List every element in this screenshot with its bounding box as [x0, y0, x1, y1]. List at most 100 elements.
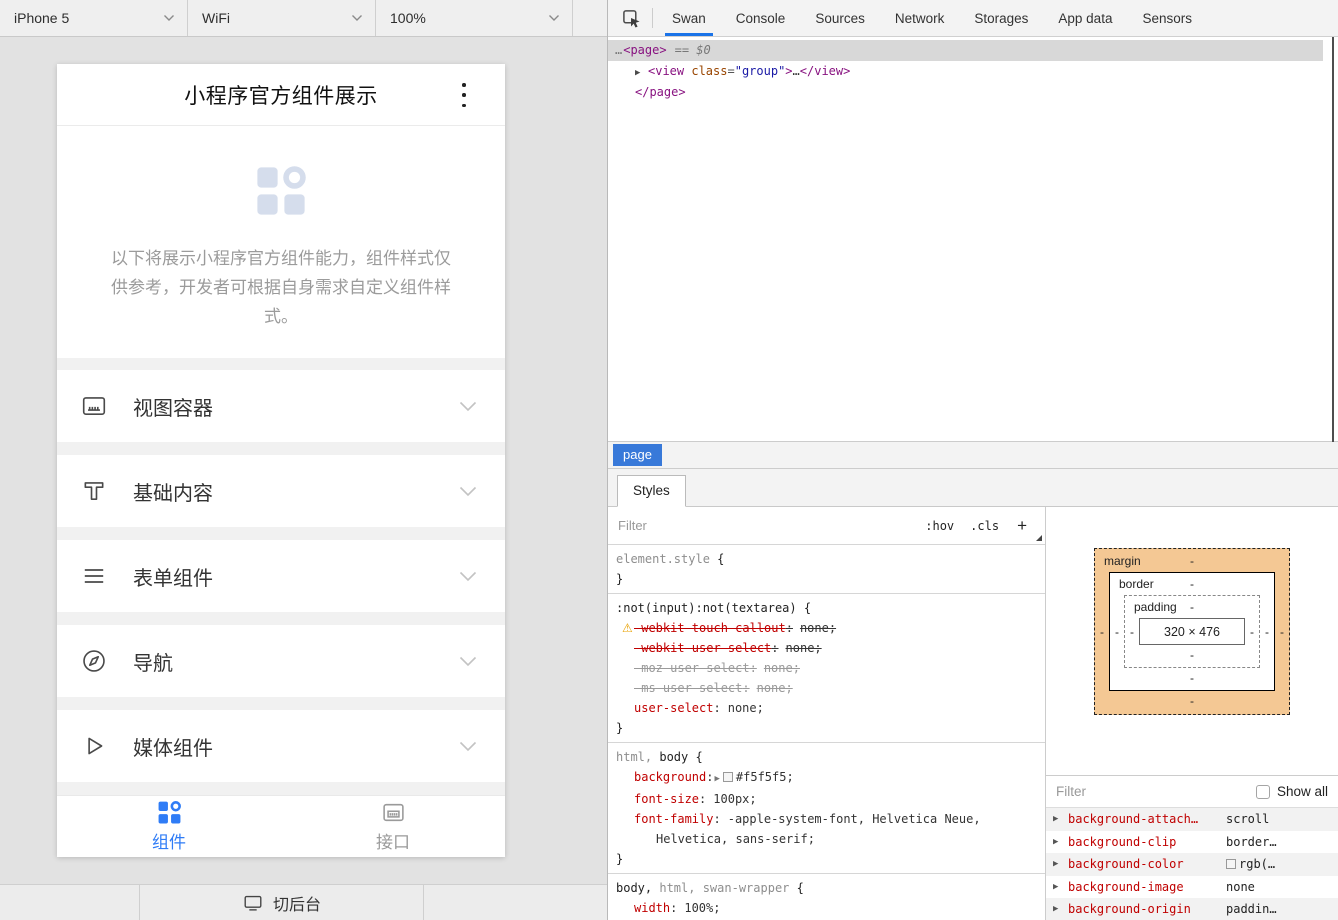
- zoom-select-value: 100%: [390, 10, 548, 26]
- bottom-bar-left-cell: [0, 885, 140, 920]
- css-property[interactable]: font-size:100px;: [616, 789, 994, 809]
- section-item-view-container[interactable]: 视图容器: [57, 370, 505, 442]
- app-title: 小程序官方组件展示: [184, 80, 378, 110]
- simulator-stage: 小程序官方组件展示 以下将展示小程序官方组件能力，组件样式仅供参考，开发者可根据…: [0, 37, 607, 884]
- section-item-basic-content[interactable]: 基础内容: [57, 455, 505, 527]
- element-row-page-open[interactable]: …<page>== $0: [608, 40, 1323, 61]
- new-style-rule-button[interactable]: +: [1017, 516, 1027, 536]
- box-model-padding[interactable]: padding- - 320 × 476 - -: [1124, 595, 1260, 668]
- devtools-pane: Swan Console Sources Network Storages Ap…: [607, 0, 1338, 920]
- zoom-select[interactable]: 100%: [376, 0, 573, 36]
- css-property[interactable]: width:100%;: [616, 898, 994, 918]
- inner-content-token: …: [793, 64, 800, 78]
- tag-token: </page>: [635, 85, 686, 99]
- css-property[interactable]: -ms-user-select:none;: [616, 678, 994, 698]
- padding-left-value: -: [1125, 618, 1139, 645]
- devtools-tab-sources[interactable]: Sources: [800, 0, 880, 36]
- tag-token: </view>: [800, 64, 851, 78]
- breadcrumb-item-page[interactable]: page: [613, 444, 662, 466]
- computed-filter-bar: Filter Show all: [1046, 775, 1338, 808]
- css-property[interactable]: font-family:-apple-system-font, Helvetic…: [616, 809, 994, 849]
- box-model-margin[interactable]: margin- - border- - padding-: [1094, 548, 1290, 715]
- inspect-element-button[interactable]: [614, 5, 648, 31]
- expand-arrow-icon[interactable]: ▶: [1053, 882, 1068, 892]
- section-label: 导航: [133, 647, 459, 676]
- computed-property-row[interactable]: ▶ background-clip border…: [1046, 831, 1338, 854]
- devtools-tab-network[interactable]: Network: [880, 0, 960, 36]
- color-swatch[interactable]: [723, 772, 733, 782]
- tab-label: Sources: [815, 11, 865, 26]
- margin-left-value: -: [1095, 572, 1109, 691]
- device-select[interactable]: iPhone 5: [0, 0, 188, 36]
- toolbar-separator: [652, 8, 653, 28]
- padding-label: padding: [1134, 597, 1177, 618]
- section-item-navigation[interactable]: 导航: [57, 625, 505, 697]
- play-icon: [81, 733, 107, 759]
- css-property[interactable]: ⚠-webkit-touch-callout:none;: [616, 618, 994, 638]
- network-select[interactable]: WiFi: [188, 0, 376, 36]
- expand-arrow-icon[interactable]: ▶: [635, 63, 648, 84]
- element-row-view[interactable]: ▶<view class="group">…</view>: [608, 61, 1338, 82]
- tab-components[interactable]: 组件: [57, 796, 281, 857]
- expand-arrow-icon[interactable]: ▶: [1053, 814, 1068, 824]
- tab-styles[interactable]: Styles: [617, 475, 686, 507]
- computed-property-row[interactable]: ▶ background-attach… scroll: [1046, 808, 1338, 831]
- devtools-tab-sensors[interactable]: Sensors: [1127, 0, 1207, 36]
- expand-arrow-icon[interactable]: ▶: [1053, 904, 1068, 914]
- computed-property-value: rgb(…: [1226, 857, 1275, 871]
- computed-properties-list: ▶ background-attach… scroll ▶ background…: [1046, 808, 1338, 920]
- element-row-page-close[interactable]: </page>: [608, 82, 1338, 103]
- switch-background-label: 切后台: [273, 891, 321, 915]
- device-select-value: iPhone 5: [14, 10, 163, 26]
- style-rules-column: Filter :hov .cls + element.style { } :no…: [608, 507, 1046, 920]
- tab-label: Network: [895, 11, 945, 26]
- expand-arrow-icon[interactable]: ▶: [714, 774, 719, 784]
- app-tab-bar: 组件 接口: [57, 795, 505, 857]
- element-classes-toggle[interactable]: .cls: [970, 519, 999, 533]
- app-intro-text: 以下将展示小程序官方组件能力，组件样式仅供参考，开发者可根据自身需求自定义组件样…: [105, 244, 457, 331]
- devtools-tab-bar: Swan Console Sources Network Storages Ap…: [608, 0, 1338, 37]
- tab-api[interactable]: 接口: [281, 796, 505, 857]
- computed-property-row[interactable]: ▶ background-origin paddin…: [1046, 898, 1338, 920]
- kebab-menu-icon[interactable]: [459, 83, 469, 107]
- content-size: 320 × 476: [1164, 625, 1220, 639]
- computed-filter-input[interactable]: Filter: [1056, 784, 1256, 799]
- selected-marker: == $0: [675, 43, 711, 57]
- styles-panel-body: Filter :hov .cls + element.style { } :no…: [608, 507, 1338, 920]
- tag-token: >: [785, 64, 792, 78]
- tab-label: Storages: [974, 11, 1028, 26]
- computed-property-row[interactable]: ▶ background-image none: [1046, 876, 1338, 899]
- devtools-tab-app-data[interactable]: App data: [1043, 0, 1127, 36]
- style-rule-not-input[interactable]: :not(input):not(textarea) { ⚠-webkit-tou…: [608, 594, 1045, 743]
- css-property[interactable]: background:▶#f5f5f5;: [616, 767, 994, 789]
- show-all-checkbox[interactable]: [1256, 785, 1270, 799]
- css-property[interactable]: -moz-user-select:none;: [616, 658, 994, 678]
- resize-corner-icon[interactable]: [1036, 535, 1042, 541]
- box-model-border[interactable]: border- - padding- - 320 × 476 -: [1109, 572, 1275, 691]
- expand-arrow-icon[interactable]: ▶: [1053, 859, 1068, 869]
- tab-label: App data: [1058, 11, 1112, 26]
- border-label: border: [1119, 574, 1154, 595]
- color-swatch[interactable]: [1226, 859, 1236, 869]
- css-property[interactable]: -webkit-user-select:none;: [616, 638, 994, 658]
- devtools-tab-console[interactable]: Console: [721, 0, 801, 36]
- switch-background-button[interactable]: 切后台: [140, 885, 424, 920]
- styles-filter-input[interactable]: Filter: [618, 518, 909, 533]
- section-item-form-components[interactable]: 表单组件: [57, 540, 505, 612]
- computed-property-row[interactable]: ▶ background-color rgb(…: [1046, 853, 1338, 876]
- pseudo-state-toggle[interactable]: :hov: [925, 519, 954, 533]
- devtools-tab-swan[interactable]: Swan: [657, 0, 721, 36]
- expand-arrow-icon[interactable]: ▶: [1053, 837, 1068, 847]
- style-rule-html-body[interactable]: html, body { background:▶#f5f5f5; font-s…: [608, 743, 1045, 874]
- tab-label: 组件: [152, 828, 186, 853]
- section-item-media-components[interactable]: 媒体组件: [57, 710, 505, 782]
- css-property[interactable]: user-select:none;: [616, 698, 994, 718]
- section-gap: [57, 358, 505, 370]
- computed-property-name: background-clip: [1068, 835, 1226, 849]
- rule-selector: :not(input):not(textarea): [616, 601, 797, 615]
- devtools-tab-storages[interactable]: Storages: [959, 0, 1043, 36]
- box-model-content[interactable]: 320 × 476: [1139, 618, 1245, 645]
- computed-property-value: border…: [1226, 835, 1277, 849]
- style-rule-body-html-wrapper[interactable]: body, html, swan-wrapper { width:100%; h…: [608, 874, 1045, 920]
- style-rule-element-style[interactable]: element.style { }: [608, 545, 1045, 594]
